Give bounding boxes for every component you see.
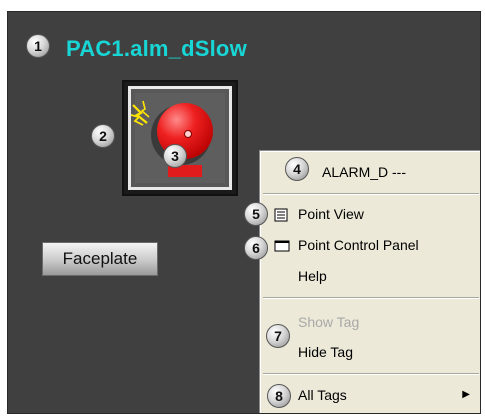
- control-panel-icon: [274, 240, 290, 252]
- menu-item-point-view[interactable]: Point View: [298, 204, 364, 224]
- menu-item-hide-tag[interactable]: Hide Tag: [298, 342, 353, 362]
- menu-item-point-control-panel[interactable]: Point Control Panel: [298, 235, 419, 255]
- callout-badge-4: 4: [285, 157, 309, 181]
- menu-item-all-tags[interactable]: All Tags: [298, 385, 347, 405]
- menu-item-help[interactable]: Help: [298, 266, 327, 286]
- callout-badge-8: 8: [267, 384, 291, 408]
- menu-item-show-tag: Show Tag: [298, 314, 360, 330]
- submenu-arrow-icon: ▶: [462, 389, 470, 400]
- alarm-display[interactable]: [122, 80, 238, 196]
- alarm-spark-icon: [130, 100, 150, 126]
- callout-badge-1: 1: [26, 34, 50, 58]
- callout-badge-3: 3: [163, 144, 187, 168]
- alarm-bell-icon: [130, 93, 225, 183]
- callout-badge-5: 5: [244, 202, 268, 226]
- callout-badge-6: 6: [244, 236, 268, 260]
- faceplate-button[interactable]: Faceplate: [42, 242, 158, 276]
- tag-title: PAC1.alm_dSlow: [66, 36, 247, 61]
- context-menu: ALARM_D --- Point View Point Control Pan…: [259, 150, 480, 413]
- callout-badge-2: 2: [91, 124, 115, 148]
- point-view-icon: [274, 208, 288, 222]
- menu-header-alarm: ALARM_D ---: [322, 164, 407, 180]
- hmi-canvas: PAC1.alm_dSlow Faceplate ALARM_D --- Poi…: [7, 11, 481, 414]
- callout-badge-7: 7: [266, 324, 290, 348]
